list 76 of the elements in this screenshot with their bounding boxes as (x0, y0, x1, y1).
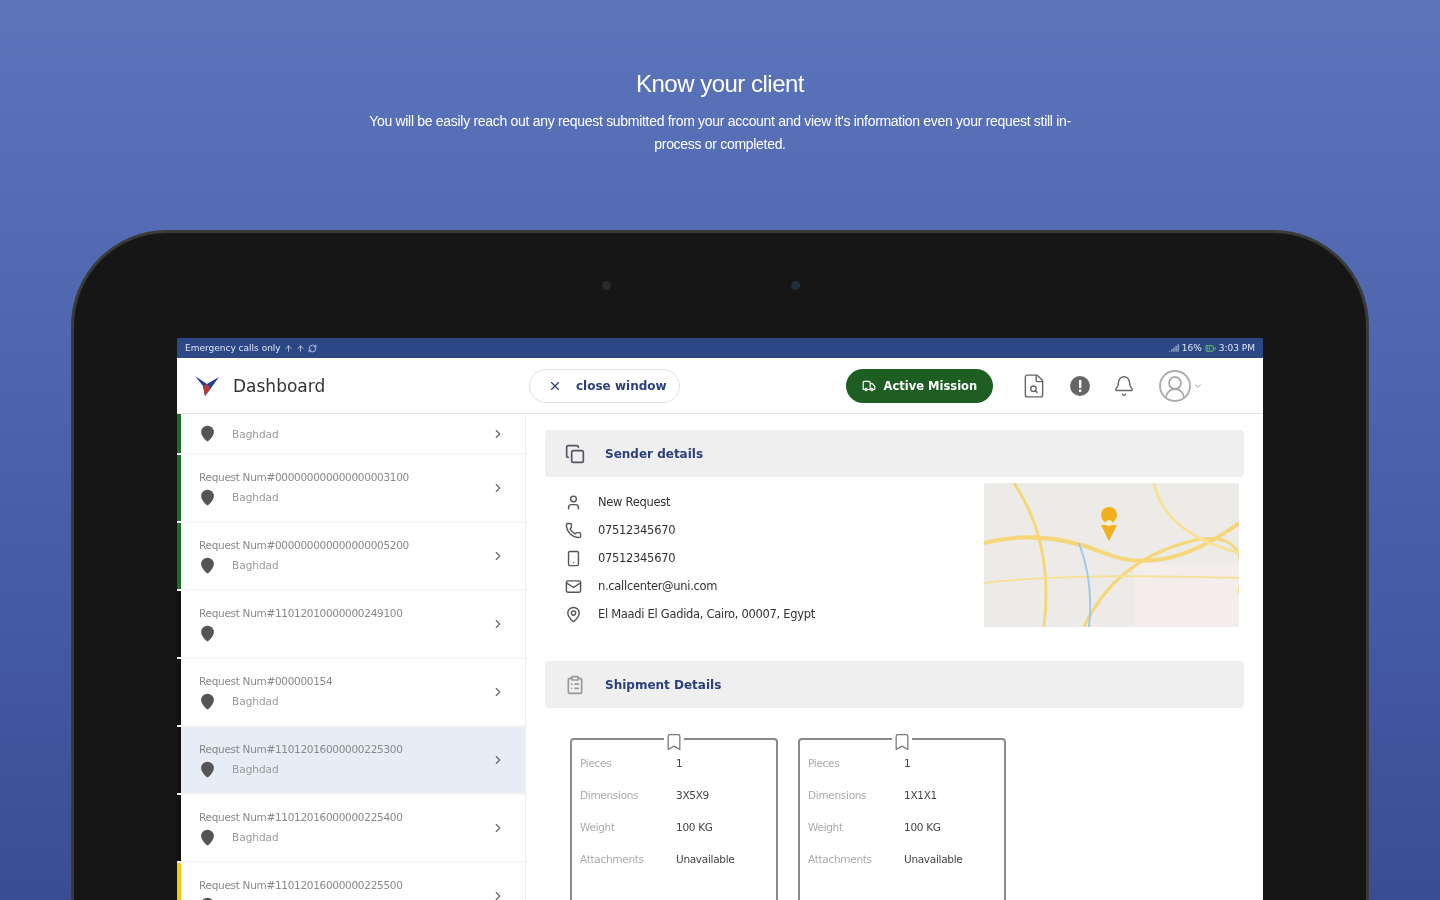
city-text: Baghdad (232, 559, 279, 571)
person-icon (565, 493, 582, 511)
contact-text: New Request (598, 495, 671, 509)
contact-text: 07512345670 (598, 523, 676, 537)
clock-text: 3:03 PM (1218, 343, 1255, 353)
hero-title: Know your client (635, 70, 805, 98)
field-value: 3X5X9 (676, 788, 710, 801)
field-label: Pieces (580, 756, 613, 769)
battery-icon (1204, 342, 1216, 354)
field-label: Pieces (808, 756, 841, 769)
active-mission-button[interactable]: Active Mission (845, 368, 994, 403)
request-number: Request Num#000000154 (199, 674, 334, 687)
carrier-text: Emergency calls only (185, 343, 281, 353)
hero-subtitle: You will be easily reach out any request submitted from your account and view it's information even your request still in-process or completed. (368, 112, 1072, 154)
request-item[interactable]: Request Num#11012016000000225400 Baghdad (177, 795, 525, 861)
battery-text: 16% (1181, 343, 1202, 353)
field-value: 1 (904, 756, 912, 769)
city-text: Baghdad (232, 831, 279, 843)
field-label: Dimensions (808, 788, 868, 801)
map-pin-icon (199, 828, 216, 846)
request-item[interactable]: Request Num#11012016000000225500 (177, 863, 525, 900)
field-value: 1X1X1 (904, 788, 938, 801)
arrow-up-icon (295, 343, 305, 353)
request-number: Request Num#11012016000000225400 (199, 810, 404, 823)
city-text: Baghdad (232, 491, 279, 503)
city-text: Baghdad (232, 763, 279, 775)
alert-button[interactable] (1069, 374, 1092, 397)
request-number: Request Num#000000000000000003100 (199, 470, 410, 483)
mail-icon (565, 577, 582, 595)
map-pin-icon (199, 624, 216, 642)
field-label: Dimensions (580, 788, 640, 801)
field-value: 1 (676, 756, 684, 769)
sensor-dot (791, 281, 800, 290)
field-label: Attachments (808, 852, 873, 865)
field-label: Attachments (580, 852, 645, 865)
map-pin-icon (199, 692, 216, 710)
close-window-button[interactable]: close window (529, 368, 680, 403)
clipboard-icon (565, 674, 585, 695)
truck-icon (861, 378, 876, 393)
field-value: 100 KG (676, 820, 714, 833)
request-number: Request Num#11012016000000225500 (199, 878, 404, 891)
city-text: Baghdad (232, 427, 279, 440)
signal-icon (1168, 343, 1179, 353)
city-text: Baghdad (232, 695, 279, 707)
request-item[interactable]: Request Num#11012016000000225300 Baghdad (177, 727, 525, 793)
request-item[interactable]: Request Num#000000000000000005200 Baghdad (177, 523, 525, 589)
request-item[interactable]: Request Num#000000000000000003100 Baghdad (177, 455, 525, 521)
request-number: Request Num#11012016000000225300 (199, 742, 404, 755)
field-value: 100 KG (904, 820, 942, 833)
request-item[interactable]: Request Num#11012010000000249100 (177, 591, 525, 657)
copy-icon (565, 443, 585, 464)
request-number: Request Num#000000000000000005200 (199, 538, 410, 551)
map-pin-icon (199, 488, 216, 506)
request-item[interactable]: Baghdad (177, 414, 525, 453)
notifications-button[interactable] (1113, 374, 1136, 397)
contact-text: El Maadi El Gadida, Cairo, 00007, Egypt (598, 607, 815, 621)
map-pin-icon (199, 556, 216, 574)
request-number: Request Num#11012010000000249100 (199, 606, 404, 619)
map-pin-icon (199, 760, 216, 778)
request-item[interactable]: Request Num#000000154 Baghdad (177, 659, 525, 725)
arrow-up-icon (283, 343, 293, 353)
field-value: Unavailable (904, 852, 964, 865)
contact-text: n.callcenter@uni.com (598, 579, 718, 593)
map-pin-icon (199, 425, 216, 442)
app-title: Dashboard (233, 375, 326, 396)
field-label: Weight (580, 820, 616, 833)
field-label: Weight (808, 820, 844, 833)
field-value: Unavailable (676, 852, 736, 865)
map-pin-icon (565, 605, 582, 623)
phone-icon (565, 521, 582, 539)
contact-text: 07512345670 (598, 551, 676, 565)
sync-icon (307, 343, 317, 353)
smartphone-icon (565, 549, 582, 567)
section-title: Sender details (605, 446, 704, 461)
section-title: Shipment Details (605, 677, 722, 692)
logo-icon (193, 373, 221, 398)
